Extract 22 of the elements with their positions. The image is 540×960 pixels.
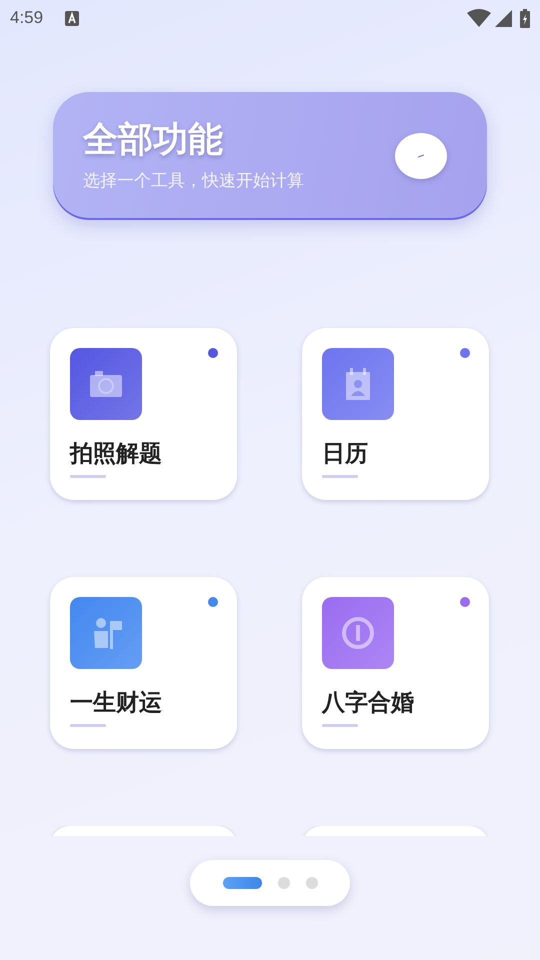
battery-icon <box>520 8 530 28</box>
tool-label: 拍照解题 <box>70 440 163 469</box>
tool-card[interactable]: 一生财运 <box>50 577 237 749</box>
tool-label: 日历 <box>322 440 369 469</box>
tool-label: 一生财运 <box>70 689 163 718</box>
tool-card[interactable]: 八字合婚 <box>302 577 489 749</box>
tool-card[interactable]: 日历 <box>302 328 489 500</box>
round-button[interactable] <box>395 133 447 179</box>
page-dot[interactable] <box>306 877 318 889</box>
header-title: 全部功能 <box>83 120 224 161</box>
notification-icon <box>65 10 80 26</box>
tool-label: 八字合婚 <box>322 689 415 718</box>
header-subtitle: 选择一个工具，快速开始计算 <box>83 170 305 192</box>
label-underline <box>70 475 106 478</box>
signal-icon <box>495 10 512 26</box>
tool-card[interactable]: 拍照解题 <box>50 328 237 500</box>
page-dot[interactable] <box>278 877 290 889</box>
label-underline <box>322 724 358 727</box>
label-underline <box>322 475 358 478</box>
clock-time: 4:59 <box>10 8 44 28</box>
wifi-icon <box>467 9 491 27</box>
label-underline <box>70 724 106 727</box>
